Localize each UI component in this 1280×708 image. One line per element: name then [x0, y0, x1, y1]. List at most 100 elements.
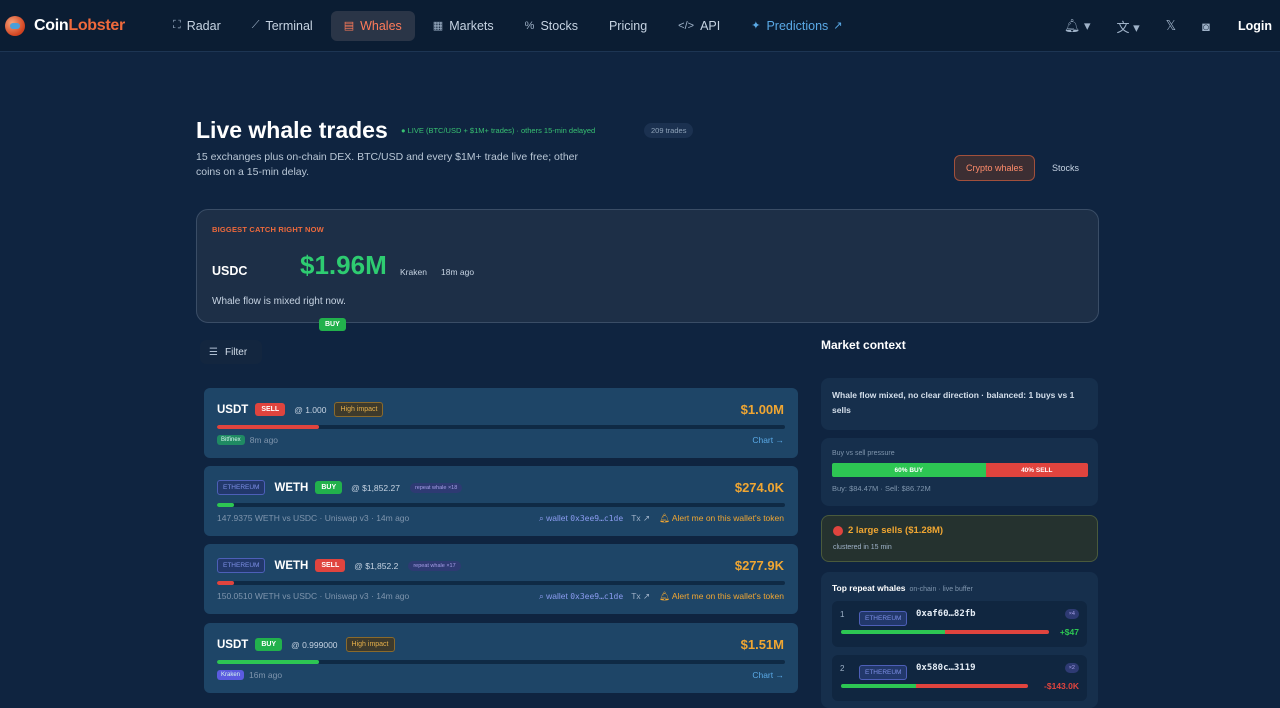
wallet-label: wallet — [546, 513, 568, 523]
trade-card[interactable]: ETHEREUM WETH BUY @ $1,852.27 repeat whale ×… — [204, 466, 798, 536]
repeat-whale-row[interactable]: 2 ETHEREUM 0x580c…3119 ×2 -$143.0K — [832, 655, 1087, 701]
nav-item-radar[interactable]: ⛶ Radar — [160, 11, 234, 41]
trade-size-fill — [217, 660, 320, 664]
trade-amount: $1.51M — [740, 637, 784, 652]
chart-link[interactable]: Chart → — [752, 435, 784, 445]
trade-size-bar — [217, 503, 785, 507]
chain-badge-wrap: ETHEREUM — [859, 607, 916, 626]
catch-flow-note: Whale flow is mixed right now. — [212, 296, 346, 307]
chain-badge: ETHEREUM — [217, 480, 266, 495]
brand-part-2: Lobster — [68, 16, 125, 34]
trade-meta-text: 147.9375 WETH vs USDC · Uniswap v3 · 14m… — [217, 513, 410, 523]
trade-card[interactable]: USDT BUY @ 0.999000 High impact $1.51M Kraken… — [204, 623, 798, 693]
repeat-whales-panel: Top repeat whales on-chain · live buffer … — [821, 572, 1098, 708]
trade-size-bar — [217, 660, 785, 664]
nav-item-api[interactable]: </> API — [665, 11, 733, 41]
language-icon[interactable]: 文 ▾ — [1117, 17, 1140, 36]
side-badge: SELL — [255, 403, 286, 416]
trade-size-fill — [217, 425, 320, 429]
trade-size-bar — [217, 581, 785, 585]
repeat-whale-badge: repeat whale ×18 — [409, 482, 463, 493]
trade-actions: ⌕ wallet 0x3ee9…c1de Tx ↗ 🔔︎ Alert me on t… — [539, 513, 784, 524]
whale-flow-bar — [841, 684, 1028, 688]
x-social-icon[interactable]: 𝕏 — [1166, 18, 1176, 34]
repeat-whale-row[interactable]: 1 ETHEREUM 0xaf60…82fb ×4 +$47 — [832, 601, 1087, 647]
impact-badge: High impact — [334, 402, 384, 417]
trade-card[interactable]: USDT SELL @ 1.000 High impact $1.00M Bitfinex… — [204, 388, 798, 458]
large-sells-alert[interactable]: 2 large sells ($1.28M) clustered in 15 m… — [821, 515, 1098, 562]
trade-token: USDT — [217, 638, 249, 651]
catch-symbol: USDC — [212, 264, 248, 278]
repeat-whales-title: Top repeat whales — [832, 583, 906, 593]
trade-meta-text: 8m ago — [249, 435, 279, 445]
trade-header: USDT SELL @ 1.000 High impact — [217, 402, 384, 417]
whale-buy-segment — [841, 630, 945, 634]
tx-link[interactable]: Tx ↗ — [631, 513, 650, 524]
impact-badge: High impact — [345, 637, 395, 652]
grid-icon: ▦ — [432, 20, 444, 32]
wallet-link[interactable]: ⌕ wallet 0x3ee9…c1de — [539, 591, 623, 602]
trade-amount: $277.9K — [734, 558, 784, 573]
nav-item-markets[interactable]: ▦ Markets — [420, 11, 507, 41]
tab-crypto-whales[interactable]: Crypto whales — [954, 155, 1036, 181]
bell-icon[interactable]: 🔔︎ ▾ — [1064, 18, 1091, 34]
nav-item-label: Radar — [186, 18, 221, 33]
market-summary: Whale flow mixed, no clear direction · b… — [821, 378, 1098, 430]
side-badge: BUY — [255, 638, 283, 651]
alert-label: Alert me on this wallet's token — [671, 513, 784, 523]
logo[interactable]: CoinLobster — [5, 15, 155, 36]
nav-items: ⛶ Radar ⟋ Terminal ▤ Whales ▦ Markets% Stocks Pri… — [160, 10, 861, 41]
nav-item-terminal[interactable]: ⟋ Terminal — [239, 11, 326, 41]
alert-headline: 2 large sells ($1.28M) — [848, 525, 944, 536]
catch-kicker: BIGGEST CATCH RIGHT NOW — [212, 225, 324, 234]
wallet-link[interactable]: ⌕ wallet 0x3ee9…c1de — [539, 513, 623, 524]
login-button[interactable]: Login — [1238, 19, 1272, 33]
asset-toggle: Crypto whales Stocks — [954, 155, 1090, 181]
trade-meta: Bitfinex 8m ago — [217, 435, 278, 445]
tab-stocks[interactable]: Stocks — [1041, 155, 1090, 181]
filter-button[interactable]: ☰ Filter — [200, 340, 262, 364]
trade-actions: Chart → — [752, 670, 784, 680]
nav-item-predictions[interactable]: ✦ Predictions ↗ — [738, 11, 855, 41]
line-chart-icon: ⟋ — [251, 19, 260, 31]
nav-item-label: API — [700, 18, 721, 33]
chain-badge: ETHEREUM — [859, 665, 908, 680]
biggest-catch-card: BIGGEST CATCH RIGHT NOW USDC BUY $1.96M … — [196, 209, 1099, 331]
trade-count-badge: 209 trades — [644, 123, 694, 138]
trade-size-bar — [217, 425, 785, 429]
whale-net-flow: -$143.0K — [1044, 681, 1079, 691]
whale-buy-segment — [841, 684, 916, 688]
trade-header: USDT BUY @ 0.999000 High impact — [217, 637, 395, 652]
alert-link[interactable]: 🔔︎ Alert me on this wallet's token — [659, 513, 784, 524]
exchange-badge: Kraken — [217, 670, 245, 680]
trade-actions: ⌕ wallet 0x3ee9…c1de Tx ↗ 🔔︎ Alert me on t… — [539, 591, 784, 602]
whale-sell-segment — [945, 630, 1049, 634]
sell-pressure-segment: 40% SELL — [985, 463, 1088, 477]
nav-item-whales[interactable]: ▤ Whales — [330, 10, 415, 41]
wallet-address: 0x3ee9…c1de — [570, 514, 624, 523]
whale-icon: ▤ — [343, 20, 355, 32]
trade-meta: 147.9375 WETH vs USDC · Uniswap v3 · 14m… — [217, 513, 409, 523]
chain-badge-wrap: ETHEREUM — [859, 661, 916, 680]
repeat-count-badge: ×2 — [1064, 663, 1079, 673]
nav-item-pricing[interactable]: Pricing — [596, 11, 660, 41]
trade-header: ETHEREUM WETH BUY @ $1,852.27 repeat whale ×… — [217, 480, 463, 495]
tx-link[interactable]: Tx ↗ — [631, 591, 650, 602]
catch-amount: $1.96M — [300, 250, 387, 280]
nav-item-label: Predictions — [766, 18, 829, 33]
trade-card[interactable]: ETHEREUM WETH SELL @ $1,852.2 repeat whale ×… — [204, 544, 798, 614]
chain-badge: ETHEREUM — [859, 611, 908, 626]
radar-icon: ⛶ — [173, 19, 181, 31]
chart-link[interactable]: Chart → — [752, 670, 784, 680]
repeat-whales-subtitle: on-chain · live buffer — [909, 586, 973, 593]
nav-item-stocks[interactable]: % Stocks — [512, 11, 591, 41]
bell-icon: 🔔︎ — [659, 513, 672, 523]
market-context-title: Market context — [821, 338, 906, 352]
nav-item-label: Stocks — [540, 18, 578, 33]
whale-address: 0xaf60…82fb — [916, 609, 976, 619]
alert-link[interactable]: 🔔︎ Alert me on this wallet's token — [659, 591, 784, 602]
discord-icon[interactable]: ◙ — [1202, 19, 1210, 34]
code-icon: </> — [678, 19, 695, 32]
pressure-bar: 60% BUY 40% SELL — [832, 463, 1088, 477]
trade-token: USDT — [217, 403, 249, 416]
